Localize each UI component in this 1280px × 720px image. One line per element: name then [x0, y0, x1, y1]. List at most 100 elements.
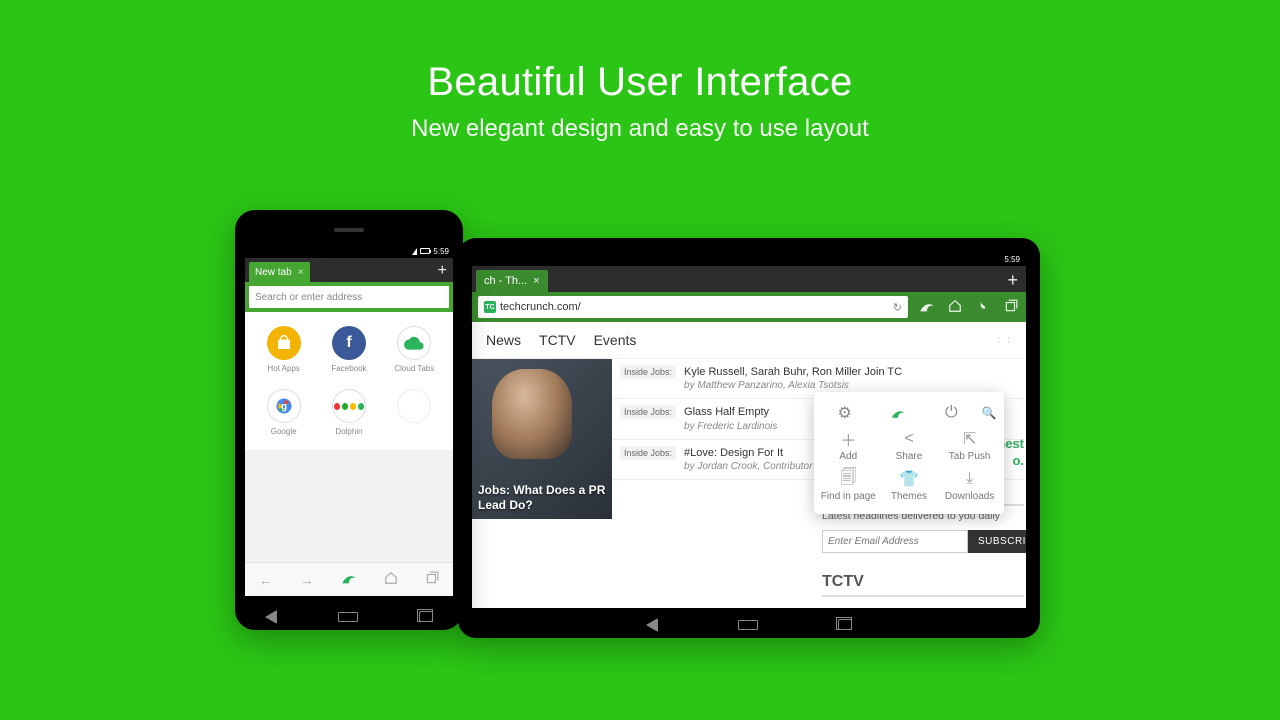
address-bar[interactable]: Search or enter address [249, 286, 449, 308]
new-tab-button[interactable]: + [438, 262, 447, 280]
android-recent-icon[interactable] [419, 611, 433, 622]
tablet-soft-keys [458, 618, 1040, 632]
android-back-icon[interactable] [646, 618, 658, 632]
forward-icon[interactable]: → [300, 572, 314, 588]
page-content: News TCTV Events : : Jobs: What Does a P… [472, 322, 1026, 608]
dial-label [413, 427, 415, 436]
email-input[interactable] [822, 530, 968, 553]
dolphin-button[interactable] [871, 404, 924, 422]
menu-label: Themes [891, 491, 927, 502]
article-badge: Inside Jobs: [620, 365, 676, 379]
plus-icon: + [397, 389, 431, 423]
home-icon[interactable] [946, 299, 964, 316]
android-back-icon[interactable] [265, 610, 277, 624]
article-byline: by Jordan Crook, Contributor [684, 460, 812, 473]
facebook-icon: f [332, 326, 366, 360]
android-home-icon[interactable] [738, 620, 758, 630]
android-recent-icon[interactable] [838, 619, 852, 630]
gesture-icon[interactable] [974, 299, 992, 316]
download-icon: ⤓ [966, 470, 973, 488]
plus-icon: ＋ [840, 430, 856, 448]
dial-cloud-tabs[interactable]: Cloud Tabs [382, 326, 447, 373]
dial-label: Cloud Tabs [394, 364, 434, 373]
dial-label: Google [271, 427, 297, 436]
settings-button[interactable]: ⚙ [818, 404, 871, 422]
tablet-clock: 5:59 [1004, 255, 1020, 264]
hero: Beautiful User Interface New elegant des… [0, 0, 1280, 143]
feature-caption: Jobs: What Does a PR Lead Do? [472, 477, 612, 519]
find-icon: 🗐 [840, 470, 856, 488]
new-tab-button[interactable]: + [1007, 270, 1018, 291]
phone-clock: 5:59 [433, 247, 449, 256]
wifi-icon [412, 248, 417, 255]
phone-status-bar: 5:59 [245, 244, 453, 258]
nav-news[interactable]: News [486, 332, 521, 348]
dolphin-icon[interactable] [918, 299, 936, 316]
tab-push-icon: ⇱ [963, 430, 976, 448]
menu-label: Find in page [821, 491, 876, 502]
article-title: Kyle Russell, Sarah Buhr, Ron Miller Joi… [684, 365, 902, 379]
svg-text:g: g [281, 401, 287, 412]
dial-add[interactable]: + [382, 389, 447, 436]
nav-tctv[interactable]: TCTV [539, 332, 576, 348]
partial-text: o. [1012, 453, 1024, 468]
reload-icon[interactable]: ↻ [893, 301, 902, 314]
site-nav: News TCTV Events : : [472, 322, 1026, 359]
dolphin-icon [332, 389, 366, 423]
home-icon[interactable] [384, 571, 398, 588]
browser-tab[interactable]: ch - Th... × [476, 270, 548, 292]
shopping-bag-icon [267, 326, 301, 360]
article-badge: Inside Jobs: [620, 446, 676, 460]
article-byline: by Frederic Lardinois [684, 420, 777, 433]
menu-label: Downloads [945, 491, 994, 502]
share-button[interactable]: <Share [880, 430, 938, 462]
tabs-icon[interactable] [1002, 299, 1020, 316]
dolphin-icon[interactable] [341, 571, 357, 588]
article-title: #Love: Design For It [684, 446, 812, 460]
find-button[interactable]: 🗐 Find in page [819, 470, 877, 502]
browser-tab[interactable]: New tab × [249, 262, 310, 282]
menu-label: Share [896, 451, 923, 462]
tab-label: New tab [255, 267, 292, 278]
tab-label: ch - Th... [484, 275, 527, 287]
article-byline: by Matthew Panzarino, Alexia Tsotsis [684, 379, 902, 392]
dial-facebook[interactable]: f Facebook [316, 326, 381, 373]
more-icon[interactable]: : : [998, 335, 1012, 346]
search-icon: 🔍 [981, 404, 996, 422]
dial-hot-apps[interactable]: Hot Apps [251, 326, 316, 373]
tablet-device: 5:59 ch - Th... × + TC techcrunch.com/ ↻… [458, 238, 1040, 638]
dial-dolphin[interactable]: Dolphin [316, 389, 381, 436]
tabs-icon[interactable] [425, 571, 439, 588]
url-text: techcrunch.com/ [500, 301, 581, 313]
downloads-button[interactable]: ⤓ Downloads [941, 470, 999, 502]
feature-article[interactable]: Jobs: What Does a PR Lead Do? [472, 359, 612, 519]
phone-bottom-nav: ← → [245, 562, 453, 596]
speed-dials: Hot Apps f Facebook Cloud Tabs g Google [245, 312, 453, 450]
menu-label: Tab Push [949, 451, 991, 462]
favicon-icon: TC [484, 301, 496, 313]
nav-events[interactable]: Events [594, 332, 637, 348]
android-home-icon[interactable] [338, 612, 358, 622]
search-button[interactable]: 🔍 [978, 404, 1000, 422]
gear-icon: ⚙ [837, 404, 851, 422]
hero-subtitle: New elegant design and easy to use layou… [0, 115, 1280, 143]
phone-tab-bar: New tab × + [245, 258, 453, 282]
power-icon: ⏻ [945, 404, 958, 422]
close-icon[interactable]: × [533, 275, 539, 287]
address-placeholder: Search or enter address [255, 292, 362, 303]
cloud-icon [397, 326, 431, 360]
article-title: Glass Half Empty [684, 405, 777, 419]
subscribe-button[interactable]: SUBSCRIBE [968, 530, 1026, 553]
add-button[interactable]: ＋Add [819, 430, 877, 462]
dial-google[interactable]: g Google [251, 389, 316, 436]
themes-button[interactable]: 👕Themes [880, 470, 938, 502]
sidebar-section-title: TCTV [822, 567, 1024, 597]
hero-title: Beautiful User Interface [0, 60, 1280, 105]
address-bar[interactable]: TC techcrunch.com/ ↻ [478, 296, 908, 318]
back-icon[interactable]: ← [259, 572, 273, 588]
tablet-toolbar: TC techcrunch.com/ ↻ [472, 292, 1026, 322]
dial-label: Facebook [331, 364, 366, 373]
tab-push-button[interactable]: ⇱ Tab Push [941, 430, 999, 462]
power-button[interactable]: ⏻ [925, 404, 978, 422]
close-icon[interactable]: × [298, 267, 304, 278]
